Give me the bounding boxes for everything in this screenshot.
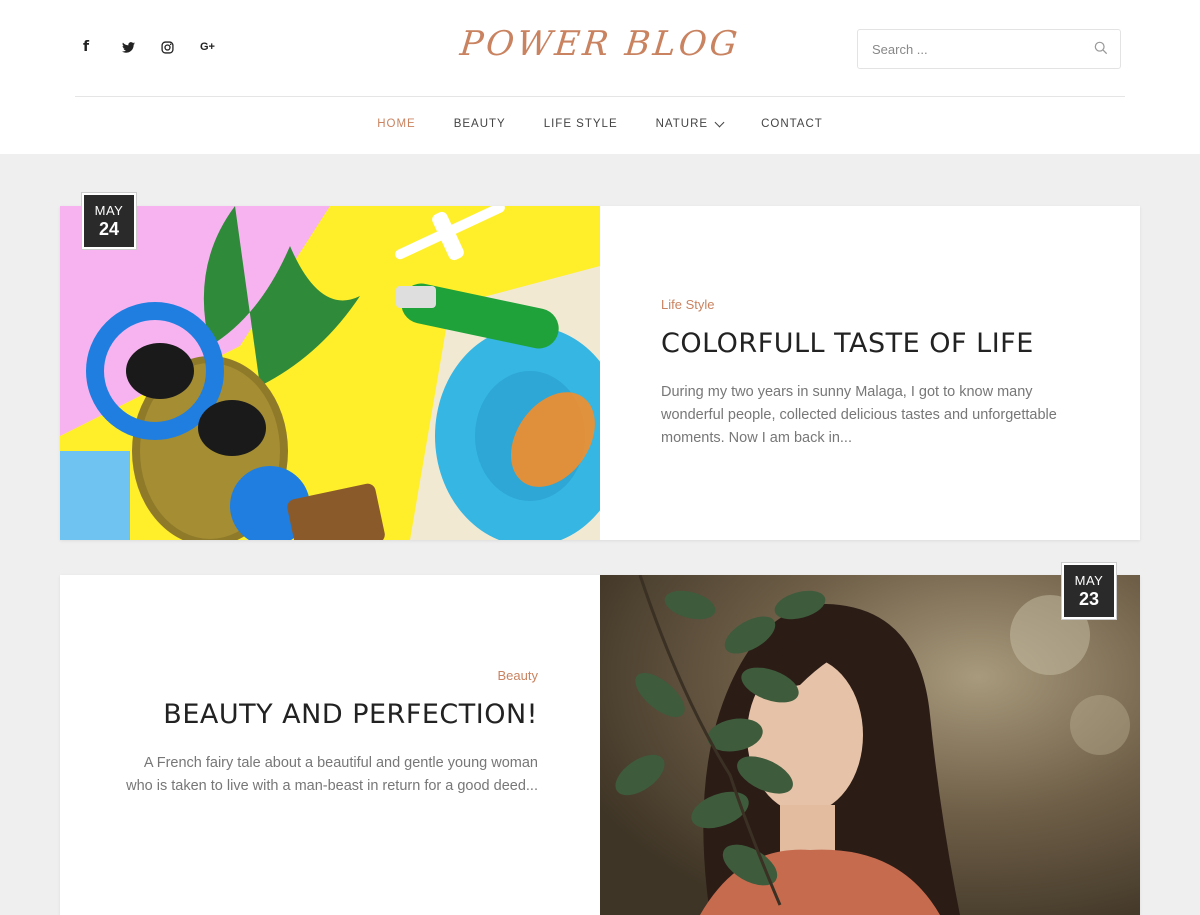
main-nav: HOME BEAUTY LIFE STYLE NATURE CONTACT <box>0 117 1200 130</box>
nav-item-home[interactable]: HOME <box>377 118 416 130</box>
nav-item-contact[interactable]: CONTACT <box>761 118 823 130</box>
date-month: MAY <box>1074 573 1104 588</box>
post-date-badge: MAY 24 <box>82 193 136 249</box>
date-month: MAY <box>94 203 124 218</box>
post-excerpt: During my two years in sunny Malaga, I g… <box>661 384 1057 446</box>
post-excerpt: A French fairy tale about a beautiful an… <box>126 755 538 794</box>
chevron-down-icon <box>714 117 725 127</box>
post-featured-image[interactable] <box>600 575 1140 915</box>
nav-item-nature-label: NATURE <box>655 118 709 130</box>
post-featured-image[interactable] <box>60 206 600 540</box>
post-title[interactable]: COLORFULL TASTE OF LIFE <box>661 328 1080 359</box>
post-card: Life Style COLORFULL TASTE OF LIFE Durin… <box>60 206 1140 540</box>
nav-item-beauty[interactable]: BEAUTY <box>454 118 506 130</box>
post-content: Life Style COLORFULL TASTE OF LIFE Durin… <box>600 206 1140 540</box>
post-card: Beauty BEAUTY AND PERFECTION! A French f… <box>60 575 1140 915</box>
date-day: 24 <box>98 219 120 239</box>
post-date-badge: MAY 23 <box>1062 563 1116 619</box>
post-title[interactable]: BEAUTY AND PERFECTION! <box>120 699 538 730</box>
search-input[interactable] <box>872 41 1082 57</box>
post-category[interactable]: Beauty <box>120 668 538 683</box>
post-content: Beauty BEAUTY AND PERFECTION! A French f… <box>60 575 600 915</box>
search-icon[interactable] <box>1094 41 1110 57</box>
search-box <box>857 29 1121 69</box>
site-header: f G+ POWER BLOG HOME BEAUTY LIFE STYLE N… <box>0 0 1200 154</box>
post-category[interactable]: Life Style <box>661 297 1080 312</box>
date-day: 23 <box>1078 589 1100 609</box>
header-divider <box>75 96 1125 97</box>
nav-item-life-style[interactable]: LIFE STYLE <box>544 118 618 130</box>
nav-item-nature[interactable]: NATURE <box>655 117 725 130</box>
